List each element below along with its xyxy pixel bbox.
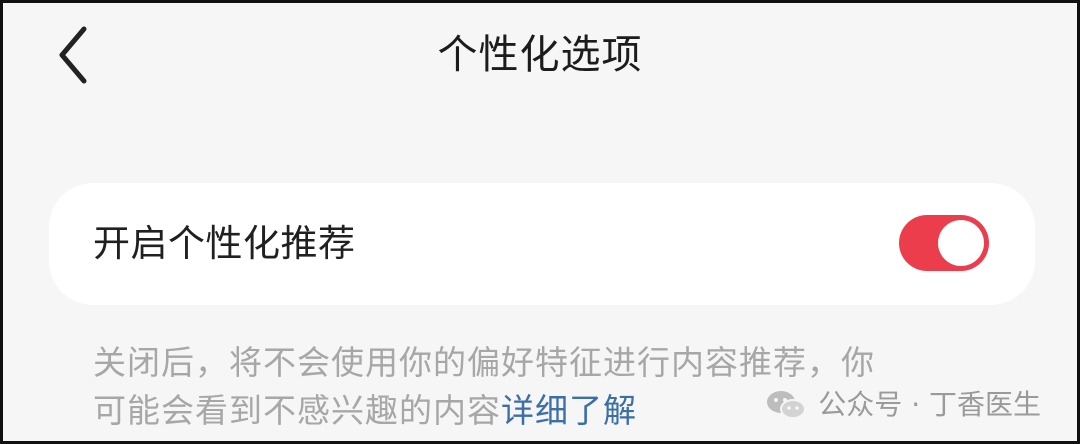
watermark-text: 公众号 · 丁香医生: [818, 388, 1041, 421]
page-title: 个性化选项: [437, 32, 643, 78]
personalization-setting-card: 开启个性化推荐: [49, 183, 1035, 305]
toggle-knob: [938, 220, 984, 266]
description-line-2-text: 可能会看到不感兴趣的内容: [93, 391, 501, 430]
wechat-icon: [767, 391, 807, 419]
screen: 个性化选项 开启个性化推荐 关闭后，将不会使用你的偏好特征进行内容推荐，你 可能…: [0, 0, 1080, 444]
setting-label: 开启个性化推荐: [93, 222, 356, 265]
personalized-recommendation-toggle[interactable]: [899, 215, 989, 271]
learn-more-link[interactable]: 详细了解: [501, 391, 637, 430]
watermark: 公众号 · 丁香医生: [764, 385, 1041, 425]
description-line-1: 关闭后，将不会使用你的偏好特征进行内容推荐，你: [93, 343, 875, 382]
